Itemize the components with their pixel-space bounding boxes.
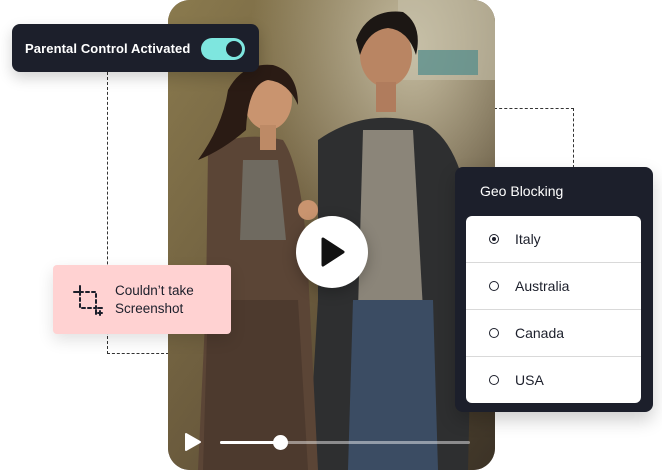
parental-control-toggle[interactable]	[201, 38, 245, 60]
crop-icon	[73, 285, 103, 316]
screenshot-blocked-text: Couldn’t take Screenshot	[115, 282, 194, 318]
geo-option-italy[interactable]: Italy	[466, 216, 641, 263]
play-icon	[321, 237, 345, 267]
geo-option-label: Italy	[515, 231, 541, 247]
stage: Parental Control Activated Couldn’t take…	[0, 0, 662, 470]
video-controls	[180, 428, 480, 456]
progress-track[interactable]	[220, 435, 470, 450]
screenshot-blocked-card: Couldn’t take Screenshot	[53, 265, 231, 334]
connector-line	[494, 108, 574, 109]
connector-line	[107, 353, 169, 354]
geo-option-canada[interactable]: Canada	[466, 310, 641, 357]
geo-blocking-list: Italy Australia Canada USA	[466, 216, 641, 403]
screenshot-blocked-line1: Couldn’t take	[115, 283, 194, 298]
toggle-knob	[226, 41, 242, 57]
geo-option-australia[interactable]: Australia	[466, 263, 641, 310]
radio-button[interactable]	[489, 375, 499, 385]
radio-button[interactable]	[489, 234, 499, 244]
connector-line	[573, 108, 574, 168]
play-small-icon[interactable]	[182, 432, 202, 452]
geo-option-label: USA	[515, 372, 544, 388]
play-button[interactable]	[296, 216, 368, 288]
progress-thumb[interactable]	[273, 435, 288, 450]
geo-option-usa[interactable]: USA	[466, 357, 641, 403]
geo-blocking-title: Geo Blocking	[480, 183, 564, 199]
geo-option-label: Canada	[515, 325, 565, 341]
screenshot-blocked-line2: Screenshot	[115, 301, 184, 316]
radio-button[interactable]	[489, 328, 499, 338]
progress-fill	[220, 441, 280, 444]
parental-control-banner: Parental Control Activated	[12, 24, 259, 72]
geo-blocking-panel: Geo Blocking Italy Australia Canada USA	[455, 167, 653, 412]
radio-button[interactable]	[489, 281, 499, 291]
geo-option-label: Australia	[515, 278, 570, 294]
parental-control-label: Parental Control Activated	[25, 40, 191, 56]
